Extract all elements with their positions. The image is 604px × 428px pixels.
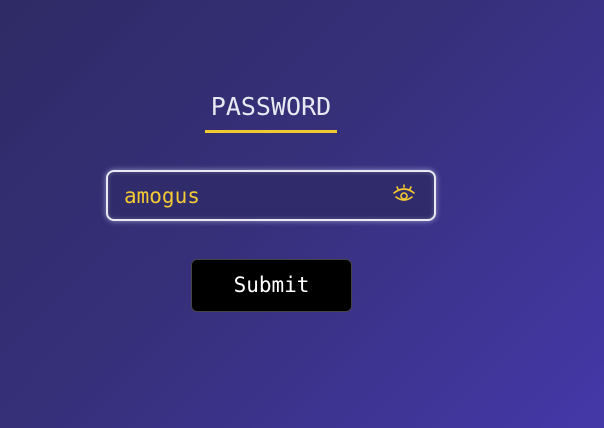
password-title: PASSWORD	[205, 90, 337, 133]
submit-button[interactable]: Submit	[191, 259, 352, 312]
eye-icon[interactable]	[392, 183, 416, 207]
password-field[interactable]: amogus	[106, 170, 436, 221]
password-value[interactable]: amogus	[124, 181, 200, 211]
